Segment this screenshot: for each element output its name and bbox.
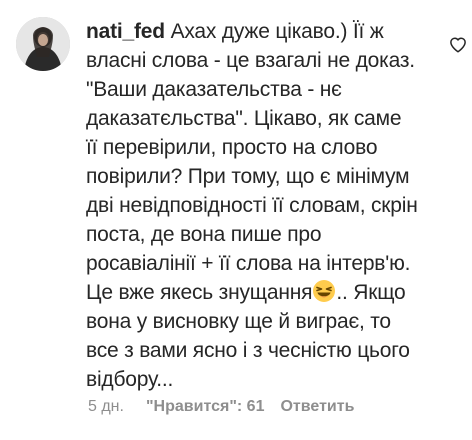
laughing-face-emoji-icon: [313, 280, 336, 302]
comment-text-line: все з вами ясно і з чесністю цього: [86, 339, 410, 362]
like-heart-icon[interactable]: [449, 36, 467, 54]
reply-button[interactable]: Ответить: [280, 396, 354, 418]
comment-text-line: її перевірили, просто на слово: [86, 136, 378, 159]
comment-text-line: "Ваши даказательства - нє: [86, 78, 342, 101]
comment-text-line: Це вже якесь знущання: [86, 281, 313, 304]
comment-text-line: відбору...: [86, 368, 174, 391]
comment-text-line: дві невідповідності її словам, скрін: [86, 194, 418, 217]
comment-meta: 5 дн. "Нравится": 61 Ответить: [88, 396, 354, 418]
comment-text-line: росавіалінії + її слова на інтерв'ю.: [86, 252, 411, 275]
comment-text-line: вона у висновку ще й виграє, то: [86, 310, 391, 333]
comment-text-line: даказатєльства". Цікаво, як саме: [86, 107, 402, 130]
comment-timestamp[interactable]: 5 дн.: [88, 396, 124, 418]
comment-text-line: .. Якщо: [336, 281, 406, 304]
comment-body: nati_fed Ахах дуже цікаво.) Її ж власні …: [86, 17, 426, 394]
comment-likes-count[interactable]: "Нравится": 61: [146, 396, 265, 418]
comment-text-line: власні слова - це взагалі не доказ.: [86, 49, 415, 72]
avatar-image: [16, 17, 70, 71]
comment: nati_fed Ахах дуже цікаво.) Її ж власні …: [0, 0, 472, 440]
comment-username[interactable]: nati_fed: [86, 20, 165, 43]
comment-text-line: Ахах дуже цікаво.) Її ж: [170, 20, 384, 43]
comment-text-line: повірили? При тому, що є мінімум: [86, 165, 410, 188]
avatar[interactable]: [16, 17, 70, 71]
comment-text-line: поста, де вона пише про: [86, 223, 322, 246]
